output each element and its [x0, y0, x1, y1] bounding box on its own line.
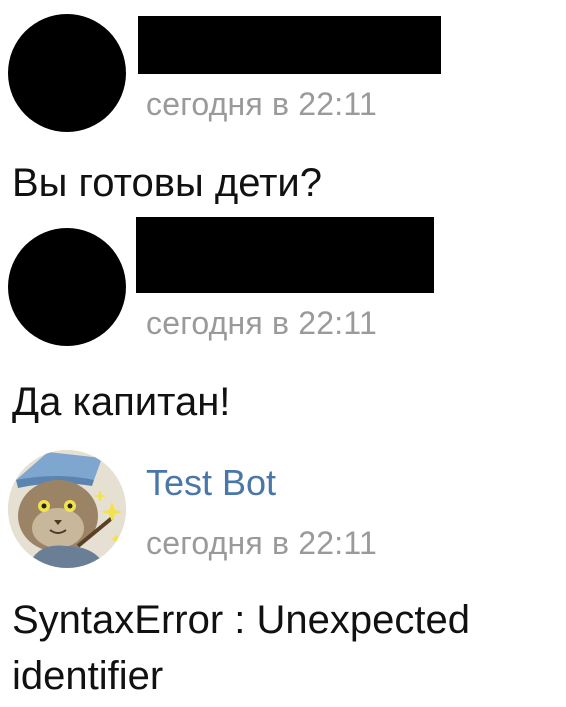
author-name-redacted[interactable]	[136, 217, 434, 293]
avatar[interactable]	[8, 450, 126, 568]
message-text-line: identifier	[12, 654, 164, 698]
author-name-redacted[interactable]	[138, 16, 441, 74]
avatar[interactable]	[8, 14, 126, 132]
message-timestamp: сегодня в 22:11	[146, 305, 378, 341]
message-text: Вы готовы дети?	[12, 161, 323, 205]
author-name-link[interactable]: Test Bot	[146, 462, 276, 504]
avatar[interactable]	[8, 228, 126, 346]
message-text: Да капитан!	[12, 380, 231, 424]
chat-history: сегодня в 22:11 Вы готовы дети? сегодня …	[0, 0, 566, 707]
wizard-cat-icon	[8, 450, 126, 568]
message-text-line: SyntaxError : Unexpected	[12, 598, 470, 642]
message-timestamp: сегодня в 22:11	[146, 86, 378, 122]
message-timestamp: сегодня в 22:11	[146, 525, 378, 561]
message-text: SyntaxError : Unexpected identifier	[12, 592, 470, 704]
